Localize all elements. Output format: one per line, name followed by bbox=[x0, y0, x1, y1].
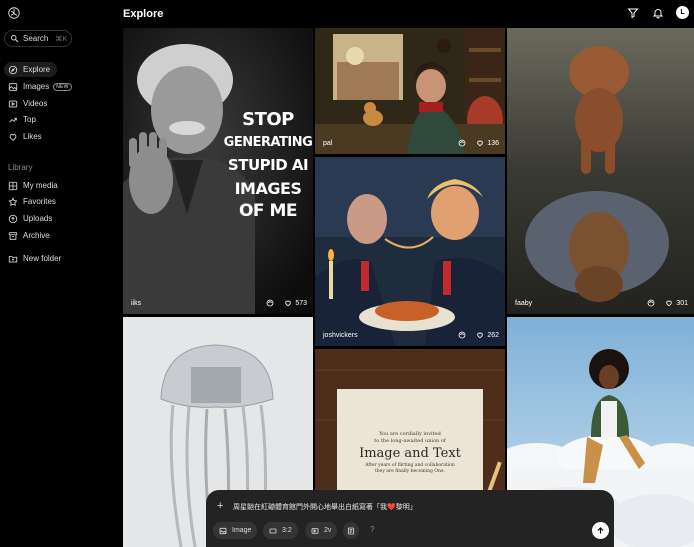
compass-icon bbox=[8, 65, 18, 74]
page-title: Explore bbox=[123, 8, 164, 20]
image-icon bbox=[219, 527, 227, 534]
image-icon bbox=[8, 82, 18, 91]
aspect-ratio-selector[interactable]: 3:2 bbox=[263, 522, 298, 539]
filter-icon[interactable] bbox=[627, 7, 639, 19]
poster-line: GENERATING bbox=[223, 135, 313, 150]
tile-actions: 262 bbox=[451, 331, 499, 339]
author-name[interactable]: pal bbox=[323, 140, 332, 147]
card-title: Image and Text bbox=[359, 446, 461, 461]
nav-item-likes[interactable]: Likes bbox=[4, 129, 42, 144]
mode-selector[interactable]: Image bbox=[213, 522, 258, 539]
add-attachment-button[interactable]: + bbox=[217, 500, 223, 512]
library-heading: Library bbox=[8, 163, 33, 172]
variations-icon bbox=[311, 527, 319, 534]
sidebar: Search ⌘K Explore Images NEW Videos Top … bbox=[0, 0, 116, 547]
search-button[interactable]: Search ⌘K bbox=[4, 30, 72, 47]
remix-icon[interactable] bbox=[266, 299, 274, 307]
card-line: You are cordially invited bbox=[379, 431, 441, 437]
nav-label: Videos bbox=[23, 99, 48, 108]
search-icon bbox=[11, 35, 19, 43]
tile-poodle[interactable]: faaby 301 bbox=[507, 28, 694, 314]
card-line: they are finally becoming One. bbox=[374, 469, 446, 474]
send-button[interactable] bbox=[592, 522, 609, 539]
nav-label: My media bbox=[23, 181, 58, 190]
nav-label: Favorites bbox=[23, 197, 56, 206]
avatar[interactable]: L bbox=[676, 6, 689, 19]
video-icon bbox=[8, 100, 18, 107]
nav-label: Top bbox=[23, 115, 36, 124]
poodle-image bbox=[507, 28, 694, 314]
lofi-girl-image bbox=[315, 28, 505, 154]
nav-label: Uploads bbox=[23, 214, 53, 223]
nav-item-top[interactable]: Top bbox=[4, 112, 36, 127]
arrow-up-icon bbox=[9, 117, 17, 122]
remix-icon[interactable] bbox=[647, 299, 655, 307]
poster-line: OF ME bbox=[238, 201, 298, 221]
heart-icon[interactable] bbox=[476, 331, 484, 339]
help-button[interactable]: ? bbox=[370, 525, 374, 534]
nav-item-explore[interactable]: Explore bbox=[4, 62, 57, 77]
tile-actions: 573 bbox=[259, 299, 307, 307]
new-folder-button[interactable]: New folder bbox=[4, 251, 61, 266]
nav-label: New folder bbox=[23, 254, 62, 263]
topbar: Explore L bbox=[116, 0, 694, 28]
nav-item-images[interactable]: Images NEW bbox=[4, 79, 72, 94]
search-label: Search bbox=[23, 34, 49, 43]
heart-icon[interactable] bbox=[476, 139, 484, 147]
mode-label: Image bbox=[232, 527, 252, 534]
like-count: 301 bbox=[676, 299, 688, 307]
presets-button[interactable] bbox=[343, 522, 359, 539]
remix-icon[interactable] bbox=[458, 139, 466, 147]
openai-logo-icon[interactable] bbox=[7, 6, 21, 20]
nav-item-archive[interactable]: Archive bbox=[4, 228, 50, 243]
author-name[interactable]: iiks bbox=[131, 300, 141, 307]
author-name[interactable]: joshvickers bbox=[323, 332, 358, 339]
like-count: 262 bbox=[487, 331, 499, 339]
folder-plus-icon bbox=[8, 255, 18, 262]
grid-icon bbox=[8, 181, 18, 190]
card-line: to the long-awaited union of bbox=[374, 438, 446, 444]
nav-label: Explore bbox=[23, 65, 51, 74]
tile-actions: 301 bbox=[640, 299, 688, 307]
star-icon bbox=[8, 196, 18, 206]
prompt-composer: + 周星馳在紅磡體育館門外開心地舉出白紙寫著「我❤️黎明」 Image 3:2 … bbox=[206, 490, 614, 547]
nav-label: Images bbox=[23, 82, 50, 91]
like-count: 136 bbox=[487, 139, 499, 147]
tile-actions: 136 bbox=[451, 139, 499, 147]
heart-icon[interactable] bbox=[665, 299, 673, 307]
author-name[interactable]: faaby bbox=[515, 300, 532, 307]
variations-selector[interactable]: 2v bbox=[305, 522, 338, 539]
poster-line: IMAGES bbox=[234, 179, 302, 198]
new-badge: NEW bbox=[53, 82, 72, 91]
poster-line: STUPID AI bbox=[227, 156, 309, 174]
poster-text: STOP GENERATING STUPID AI IMAGES OF ME bbox=[223, 108, 313, 223]
tile-einstein[interactable]: STOP GENERATING STUPID AI IMAGES OF ME i… bbox=[123, 28, 313, 314]
like-count: 573 bbox=[295, 299, 307, 307]
variations-label: 2v bbox=[324, 527, 332, 534]
prompt-input[interactable]: 周星馳在紅磡體育館門外開心地舉出白紙寫著「我❤️黎明」 bbox=[233, 502, 417, 512]
arrow-up-icon bbox=[597, 527, 604, 534]
tile-lofi-girl[interactable]: pal 136 bbox=[315, 28, 505, 154]
aspect-label: 3:2 bbox=[282, 527, 292, 534]
tile-spaghetti[interactable]: joshvickers 262 bbox=[315, 157, 505, 346]
search-shortcut: ⌘K bbox=[55, 35, 68, 43]
nav-item-my-media[interactable]: My media bbox=[4, 178, 58, 193]
poster-line: STOP bbox=[242, 109, 294, 130]
bell-icon[interactable] bbox=[652, 7, 664, 19]
nav-label: Archive bbox=[23, 231, 50, 240]
remix-icon[interactable] bbox=[458, 331, 466, 339]
spaghetti-image bbox=[315, 157, 505, 346]
nav-label: Likes bbox=[23, 132, 42, 141]
upload-icon bbox=[8, 214, 18, 223]
nav-item-videos[interactable]: Videos bbox=[4, 96, 47, 111]
nav-item-favorites[interactable]: Favorites bbox=[4, 194, 56, 209]
aspect-ratio-icon bbox=[269, 528, 277, 533]
heart-icon[interactable] bbox=[284, 299, 292, 307]
archive-icon bbox=[8, 231, 18, 240]
presets-icon bbox=[347, 527, 355, 534]
nav-item-uploads[interactable]: Uploads bbox=[4, 211, 52, 226]
heart-icon bbox=[9, 133, 17, 141]
